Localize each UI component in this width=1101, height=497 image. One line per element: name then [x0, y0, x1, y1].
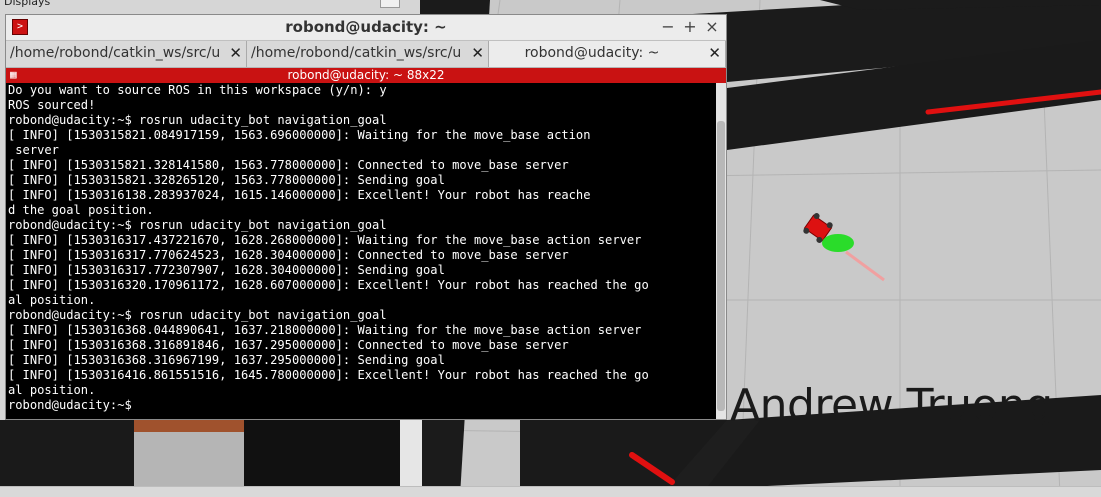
bottom-dark-panel	[244, 420, 400, 490]
terminal-line: [ INFO] [1530315821.084917159, 1563.6960…	[8, 128, 591, 142]
tab-label: /home/robond/catkin_ws/src/u	[10, 45, 221, 61]
terminal-line: ROS sourced!	[8, 98, 96, 112]
tab-label: robond@udacity: ~	[524, 45, 660, 61]
close-button[interactable]: ×	[702, 17, 722, 37]
terminal-scrollbar[interactable]	[716, 83, 726, 419]
tab-2[interactable]: /home/robond/catkin_ws/src/u ✕	[247, 41, 489, 67]
tab-label: /home/robond/catkin_ws/src/u	[251, 45, 462, 61]
minimize-button[interactable]: −	[658, 17, 678, 37]
tab-3-active[interactable]: robond@udacity: ~ ✕	[489, 41, 726, 67]
terminal-line: d the goal position.	[8, 203, 154, 217]
window-title: robond@udacity: ~	[285, 18, 447, 36]
particle-cloud	[822, 234, 854, 252]
terminal-titlebar[interactable]: > robond@udacity: ~ − + ×	[6, 15, 726, 39]
terminal-line: robond@udacity:~$ rosrun udacity_bot nav…	[8, 308, 387, 322]
bottom-light-strip	[400, 420, 422, 490]
terminal-line: robond@udacity:~$	[8, 398, 140, 412]
terminal-line: [ INFO] [1530316368.044890641, 1637.2180…	[8, 323, 642, 337]
terminal-line: [ INFO] [1530316138.283937024, 1615.1460…	[8, 188, 591, 202]
terminal-window[interactable]: > robond@udacity: ~ − + × /home/robond/c…	[5, 14, 727, 420]
camera-view-box	[134, 420, 244, 490]
tab-close-icon[interactable]: ✕	[226, 44, 242, 62]
terminal-line: [ INFO] [1530316317.437221670, 1628.2680…	[8, 233, 642, 247]
terminal-line: al position.	[8, 293, 96, 307]
terminal-line: [ INFO] [1530316317.770624523, 1628.3040…	[8, 248, 569, 262]
terminal-line: [ INFO] [1530316368.316891846, 1637.2950…	[8, 338, 569, 352]
terminal-subtitle: robond@udacity: ~ 88x22	[287, 68, 445, 82]
terminal-line: [ INFO] [1530315821.328141580, 1563.7780…	[8, 158, 569, 172]
terminal-line: robond@udacity:~$ rosrun udacity_bot nav…	[8, 218, 387, 232]
terminal-line: server	[8, 143, 59, 157]
terminal-line: al position.	[8, 383, 96, 397]
status-bar	[0, 486, 1101, 497]
tab-bar: /home/robond/catkin_ws/src/u ✕ /home/rob…	[6, 40, 726, 68]
scrollbar-thumb[interactable]	[717, 121, 725, 411]
terminal-subtitle-bar: ▦ robond@udacity: ~ 88x22	[6, 68, 726, 83]
terminal-line: [ INFO] [1530315821.328265120, 1563.7780…	[8, 173, 445, 187]
terminal-line: [ INFO] [1530316416.861551516, 1645.7800…	[8, 368, 649, 382]
terminal-line: [ INFO] [1530316368.316967199, 1637.2950…	[8, 353, 445, 367]
tab-close-icon[interactable]: ✕	[468, 44, 484, 62]
bottom-left-panel	[0, 420, 134, 490]
tab-1[interactable]: /home/robond/catkin_ws/src/u ✕	[6, 41, 247, 67]
terminal-line: [ INFO] [1530316317.772307907, 1628.3040…	[8, 263, 445, 277]
maximize-button[interactable]: +	[680, 17, 700, 37]
terminal-output[interactable]: Do you want to source ROS in this worksp…	[6, 83, 716, 419]
terminal-line: [ INFO] [1530316320.170961172, 1628.6070…	[8, 278, 649, 292]
tab-close-icon[interactable]: ✕	[705, 44, 721, 62]
author-name-overlay: Andrew Truong	[730, 380, 1053, 431]
terminal-line: robond@udacity:~$ rosrun udacity_bot nav…	[8, 113, 387, 127]
terminal-line: Do you want to source ROS in this worksp…	[8, 83, 387, 97]
